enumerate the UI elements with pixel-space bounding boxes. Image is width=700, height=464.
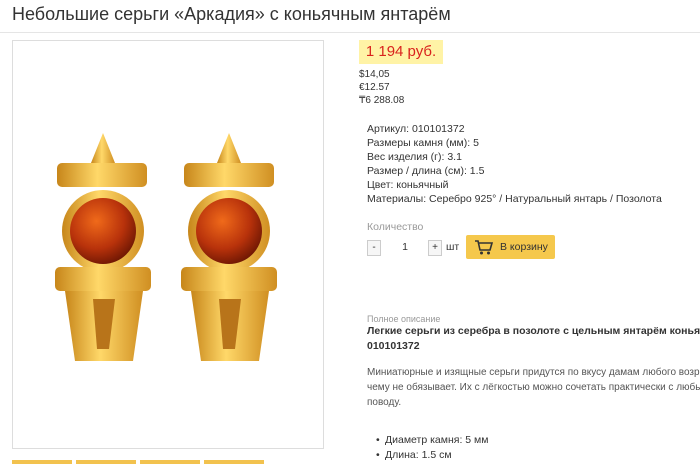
add-to-cart-button[interactable]: В корзину (466, 235, 555, 259)
bullet-item: Длина: 1.5 см (376, 448, 489, 463)
spec-materials: Материалы: Серебро 925° / Натуральный ян… (367, 193, 662, 205)
quantity-label: Количество (367, 221, 424, 233)
description-body-line: поводу. (367, 397, 402, 408)
spec-article: Артикул: 010101372 (367, 123, 465, 135)
spec-weight: Вес изделия (г): 3.1 (367, 151, 462, 163)
earring-left (55, 133, 151, 361)
quantity-plus-button[interactable]: + (428, 240, 442, 256)
price: 1 194 руб. (359, 40, 443, 64)
description-body-line: чему не обязывает. Их с лёгкостью можно … (367, 382, 700, 393)
cart-icon (474, 239, 494, 264)
description-body: Миниатюрные и изящные серьги придутся по… (367, 365, 700, 410)
description-title: Легкие серьги из серебра в позолоте с це… (367, 324, 700, 354)
description-title-line: 010101372 (367, 340, 420, 352)
quantity-unit: шт (446, 241, 460, 253)
add-to-cart-label: В корзину (500, 241, 548, 253)
description-body-line: Миниатюрные и изящные серьги придутся по… (367, 367, 700, 378)
earring-right (181, 133, 277, 361)
description-title-line: Легкие серьги из серебра в позолоте с це… (367, 325, 700, 337)
thumbnail[interactable] (140, 460, 200, 464)
thumbnail-strip (12, 460, 332, 464)
price-usd: $14,05 (359, 69, 390, 80)
spec-stone-size: Размеры камня (мм): 5 (367, 137, 479, 149)
description-label: Полное описание (367, 314, 441, 324)
thumbnail[interactable] (12, 460, 72, 464)
thumbnail[interactable] (204, 460, 264, 464)
price-eur: €12.57 (359, 82, 390, 93)
product-image[interactable] (12, 40, 324, 449)
spec-length: Размер / длина (см): 1.5 (367, 165, 485, 177)
earrings-illustration (55, 133, 277, 361)
quantity-minus-button[interactable]: - (367, 240, 381, 256)
price-kzt: ₸6 288.08 (359, 95, 405, 106)
page-title: Небольшие серьги «Аркадия» с коньячным я… (12, 4, 451, 24)
spec-list: Артикул: 010101372 Размеры камня (мм): 5… (367, 122, 662, 206)
thumbnail[interactable] (76, 460, 136, 464)
bullet-item: Диаметр камня: 5 мм (376, 433, 488, 448)
quantity-input[interactable]: 1 (395, 240, 415, 254)
spec-color: Цвет: коньячный (367, 179, 449, 191)
title-divider (0, 32, 700, 33)
description-bullets: Диаметр камня: 5 мм Длина: 1.5 см (376, 433, 489, 463)
